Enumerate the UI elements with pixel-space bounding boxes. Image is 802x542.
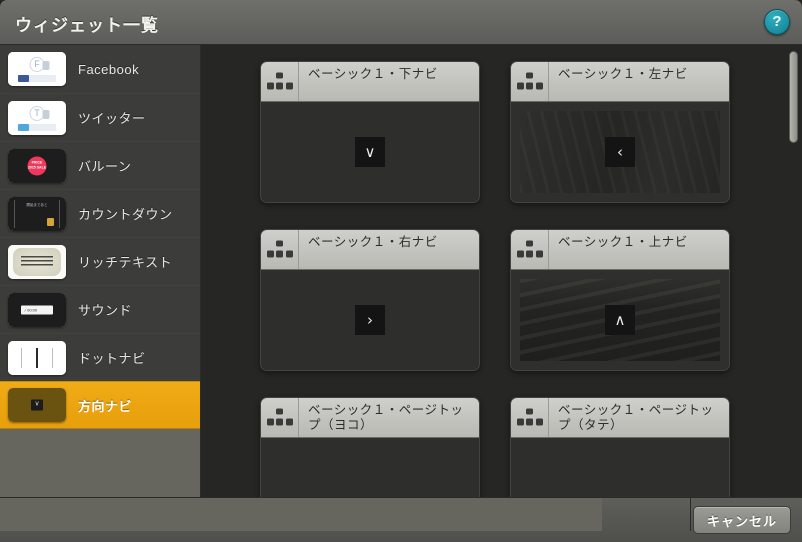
widget-card[interactable]: ベーシック１・右ナビ › <box>260 229 480 371</box>
sound-thumb: ♪ 00:00 <box>8 292 66 327</box>
twitter-tweet-button-preview <box>18 123 56 131</box>
sidebar-item-4[interactable]: 開始まであと カウントダウン <box>0 189 200 237</box>
widget-card-header: ベーシック１・右ナビ <box>261 230 479 270</box>
widget-card[interactable]: ベーシック１・ページトップ（ヨコ） ↗ <box>260 397 480 497</box>
dotnav-thumb <box>8 340 66 375</box>
balloon-badge-icon: PRICE 2015 SALE <box>27 156 47 175</box>
widget-card-header: ベーシック１・下ナビ <box>261 62 479 102</box>
sidebar-item-5[interactable]: リッチテキスト <box>0 237 200 285</box>
twitter-avatar-icon: T <box>29 105 50 121</box>
sidebar-item-label: バルーン <box>78 159 132 174</box>
widget-card[interactable]: ベーシック１・下ナビ ∨ <box>260 61 480 203</box>
sidebar-item-7[interactable]: ドットナビ <box>0 333 200 381</box>
dpad-icon <box>511 230 549 269</box>
sidebar-item-8[interactable]: ∨ 方向ナビ <box>0 381 200 429</box>
widget-card-header: ベーシック１・上ナビ <box>511 230 729 270</box>
sidebar-item-3[interactable]: PRICE 2015 SALE バルーン <box>0 141 200 189</box>
widget-card-preview[interactable]: ‹ <box>511 102 729 202</box>
sidebar-item-label: サウンド <box>78 303 133 318</box>
widget-card-grid: ベーシック１・下ナビ ∨ ベーシック１・左ナビ ‹ ベーシック１・右ナビ › ベーシック１・… <box>260 61 780 497</box>
facebook-avatar-icon: F <box>29 57 50 72</box>
preview-arrow-icon: › <box>355 305 385 335</box>
preview-arrow-icon: ∨ <box>355 137 385 167</box>
twitter-thumb: T <box>8 100 66 135</box>
sidebar-item-label: ドットナビ <box>78 351 146 366</box>
countdown-digit-icon <box>47 217 54 226</box>
facebook-like-button-preview <box>18 75 56 82</box>
dpad-icon <box>511 62 549 101</box>
dpad-icon <box>261 230 299 269</box>
help-icon[interactable]: ? <box>764 9 790 35</box>
widget-card-header: ベーシック１・ページトップ（ヨコ） <box>261 398 479 438</box>
widget-card-preview[interactable]: › <box>261 270 479 370</box>
sidebar-empty-area <box>0 429 200 497</box>
widget-card-preview[interactable]: ↗ <box>261 438 479 497</box>
richtext-thumb <box>8 244 66 279</box>
footer-left-panel <box>0 498 602 531</box>
sidebar-item-label: 方向ナビ <box>78 398 133 414</box>
cancel-button[interactable]: キャンセル <box>693 506 791 534</box>
widget-card-title: ベーシック１・上ナビ <box>558 235 688 249</box>
sidebar-item-label: カウントダウン <box>78 207 173 222</box>
sound-player-icon: ♪ 00:00 <box>21 305 53 314</box>
widget-card-preview[interactable]: ∧ <box>511 438 729 497</box>
dpad-icon <box>261 62 299 101</box>
widget-gallery[interactable]: ベーシック１・下ナビ ∨ ベーシック１・左ナビ ‹ ベーシック１・右ナビ › ベーシック１・… <box>201 45 802 497</box>
widget-list-dialog: ウィジェット一覧 ? F Facebook T ツイッター PRICE 2015… <box>0 0 802 497</box>
balloon-thumb: PRICE 2015 SALE <box>8 148 66 183</box>
sidebar-item-1[interactable]: F Facebook <box>0 45 200 93</box>
footer-divider <box>690 498 691 531</box>
gallery-scrollbar-thumb[interactable] <box>789 51 798 143</box>
widget-card[interactable]: ベーシック１・ページトップ（タテ） ∧ <box>510 397 730 497</box>
widget-card[interactable]: ベーシック１・左ナビ ‹ <box>510 61 730 203</box>
dialog-title: ウィジェット一覧 <box>15 16 159 35</box>
widget-card-preview[interactable]: ∧ <box>511 270 729 370</box>
widget-card-title: ベーシック１・ページトップ（ヨコ） <box>308 403 464 432</box>
sidebar-item-label: ツイッター <box>78 111 146 126</box>
widget-card-header: ベーシック１・左ナビ <box>511 62 729 102</box>
widget-card-preview[interactable]: ∨ <box>261 102 479 202</box>
facebook-thumb: F <box>8 52 66 86</box>
countdown-thumb: 開始まであと <box>8 196 66 231</box>
widget-card-title: ベーシック１・下ナビ <box>308 67 438 81</box>
sidebar-item-6[interactable]: ♪ 00:00 サウンド <box>0 285 200 333</box>
dialog-titlebar: ウィジェット一覧 ? <box>0 0 802 45</box>
dpad-icon <box>511 398 549 437</box>
widget-card-title: ベーシック１・右ナビ <box>308 235 438 249</box>
sidebar-item-label: Facebook <box>78 61 140 77</box>
preview-arrow-icon: ∧ <box>605 305 635 335</box>
sidebar-item-label: リッチテキスト <box>78 255 173 270</box>
widget-card-title: ベーシック１・ページトップ（タテ） <box>558 403 714 432</box>
widget-card[interactable]: ベーシック１・上ナビ ∧ <box>510 229 730 371</box>
sidebar-item-2[interactable]: T ツイッター <box>0 93 200 141</box>
widget-category-sidebar[interactable]: F Facebook T ツイッター PRICE 2015 SALE バルーン … <box>0 45 201 497</box>
widget-card-title: ベーシック１・左ナビ <box>558 67 688 81</box>
gallery-scrollbar[interactable] <box>789 51 798 491</box>
preview-arrow-icon: ‹ <box>605 137 635 167</box>
dpad-icon <box>261 398 299 437</box>
widget-card-header: ベーシック１・ページトップ（タテ） <box>511 398 729 438</box>
direction-nav-icon: ∨ <box>31 399 43 411</box>
dialog-footer: キャンセル <box>0 497 802 542</box>
dirnav-thumb: ∨ <box>8 388 66 422</box>
